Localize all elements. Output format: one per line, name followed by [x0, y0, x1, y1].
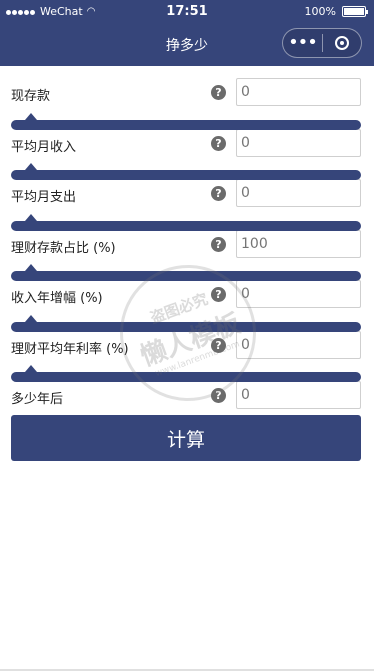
battery-icon: [342, 6, 368, 17]
value-slider[interactable]: [11, 315, 361, 332]
close-miniprogram-button[interactable]: [323, 36, 361, 50]
field-label: 理财存款占比 (%): [11, 241, 116, 256]
help-icon[interactable]: ?: [211, 237, 226, 252]
number-input[interactable]: [236, 280, 361, 308]
number-input[interactable]: [236, 78, 361, 106]
value-slider[interactable]: [11, 264, 361, 281]
help-icon[interactable]: ?: [211, 136, 226, 151]
number-input[interactable]: [236, 381, 361, 409]
status-bar: WeChat ◠ 17:51 100%: [0, 0, 374, 24]
value-slider[interactable]: [11, 214, 361, 231]
miniprogram-capsule: •••: [282, 28, 362, 58]
calculate-button[interactable]: 计算: [11, 415, 361, 461]
battery-percent: 100%: [304, 5, 336, 18]
help-icon[interactable]: ?: [211, 388, 226, 403]
target-icon: [334, 36, 349, 50]
help-icon[interactable]: ?: [211, 287, 226, 302]
field-label: 理财平均年利率 (%): [11, 342, 129, 357]
number-input[interactable]: [236, 230, 361, 258]
help-icon[interactable]: ?: [211, 338, 226, 353]
field-label: 平均月支出: [11, 190, 77, 205]
more-icon[interactable]: •••: [283, 29, 322, 57]
value-slider[interactable]: [11, 365, 361, 382]
field-label: 收入年增幅 (%): [11, 291, 103, 306]
navigation-bar: 挣多少 •••: [0, 24, 374, 66]
number-input[interactable]: [236, 331, 361, 359]
field-label: 多少年后: [11, 392, 64, 407]
slider-thumb[interactable]: [25, 365, 37, 372]
value-slider[interactable]: [11, 163, 361, 180]
slider-thumb[interactable]: [25, 214, 37, 221]
field-label: 现存款: [11, 89, 51, 104]
battery-status: 100%: [304, 5, 368, 18]
help-icon[interactable]: ?: [211, 186, 226, 201]
value-slider[interactable]: [11, 113, 361, 130]
slider-thumb[interactable]: [25, 315, 37, 322]
number-input[interactable]: [236, 129, 361, 157]
help-icon[interactable]: ?: [211, 85, 226, 100]
slider-thumb[interactable]: [25, 264, 37, 271]
field-label: 平均月收入: [11, 140, 77, 155]
number-input[interactable]: [236, 179, 361, 207]
slider-thumb[interactable]: [25, 113, 37, 120]
slider-thumb[interactable]: [25, 163, 37, 170]
